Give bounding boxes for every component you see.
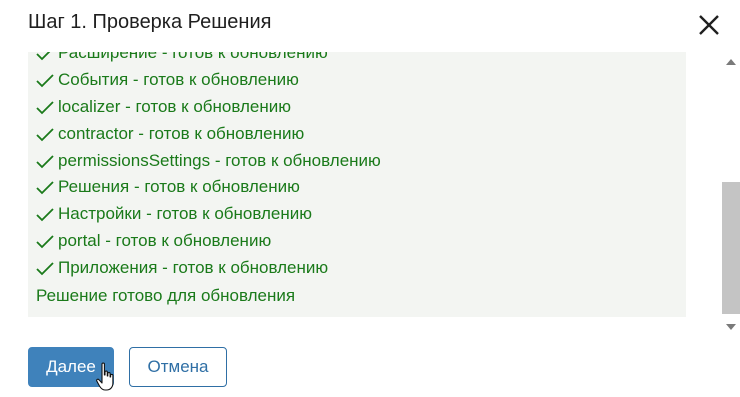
log-item-label: Решения - готов к обновлению — [58, 177, 300, 197]
log-summary: Решение готово для обновления — [36, 286, 296, 306]
check-icon — [36, 235, 54, 249]
check-icon — [36, 181, 54, 195]
dialog-title: Шаг 1. Проверка Решения — [28, 11, 272, 33]
log-item-label: portal - готов к обновлению — [58, 231, 272, 251]
check-icon — [36, 208, 54, 222]
check-icon — [36, 262, 54, 276]
log-item: Расширение - готов к обновлению — [28, 52, 686, 67]
scroll-up-arrow-icon[interactable] — [726, 59, 736, 65]
check-icon — [36, 52, 51, 61]
check-icon — [36, 74, 54, 88]
check-icon — [36, 101, 54, 115]
validation-log-list: Расширение - готов к обновлению События … — [28, 52, 686, 309]
log-item: Настройки - готов к обновлению — [28, 201, 686, 228]
scroll-thumb[interactable] — [722, 182, 740, 314]
log-item-label: permissionsSettings - готов к обновлению — [58, 150, 381, 170]
hand-pointer-cursor-icon — [96, 362, 114, 391]
log-item-label: Расширение - готов к обновлению — [58, 52, 328, 62]
log-item-label: Настройки - готов к обновлению — [58, 204, 313, 224]
log-item: contractor - готов к обновлению — [28, 121, 686, 148]
log-item: permissionsSettings - готов к обновлению — [28, 148, 686, 175]
validation-log: Расширение - готов к обновлению События … — [28, 52, 686, 317]
log-item: Приложения - готов к обновлению — [28, 255, 686, 282]
close-icon[interactable] — [698, 14, 720, 36]
log-item-label: Приложения - готов к обновлению — [58, 258, 329, 278]
log-item: localizer - готов к обновлению — [28, 94, 686, 121]
log-item: Решения - готов к обновлению — [28, 174, 686, 201]
scroll-down-arrow-icon[interactable] — [726, 324, 736, 330]
log-item-label: contractor - готов к обновлению — [58, 123, 305, 143]
cancel-button[interactable]: Отмена — [129, 347, 227, 387]
check-icon — [36, 154, 54, 168]
log-scrollbar[interactable] — [722, 52, 740, 334]
log-item: События - готов к обновлению — [28, 67, 686, 94]
check-icon — [36, 128, 54, 141]
log-item-label: localizer - готов к обновлению — [58, 96, 292, 116]
log-item-label: События - готов к обновлению — [58, 69, 299, 89]
log-item: portal - готов к обновлению — [28, 228, 686, 255]
